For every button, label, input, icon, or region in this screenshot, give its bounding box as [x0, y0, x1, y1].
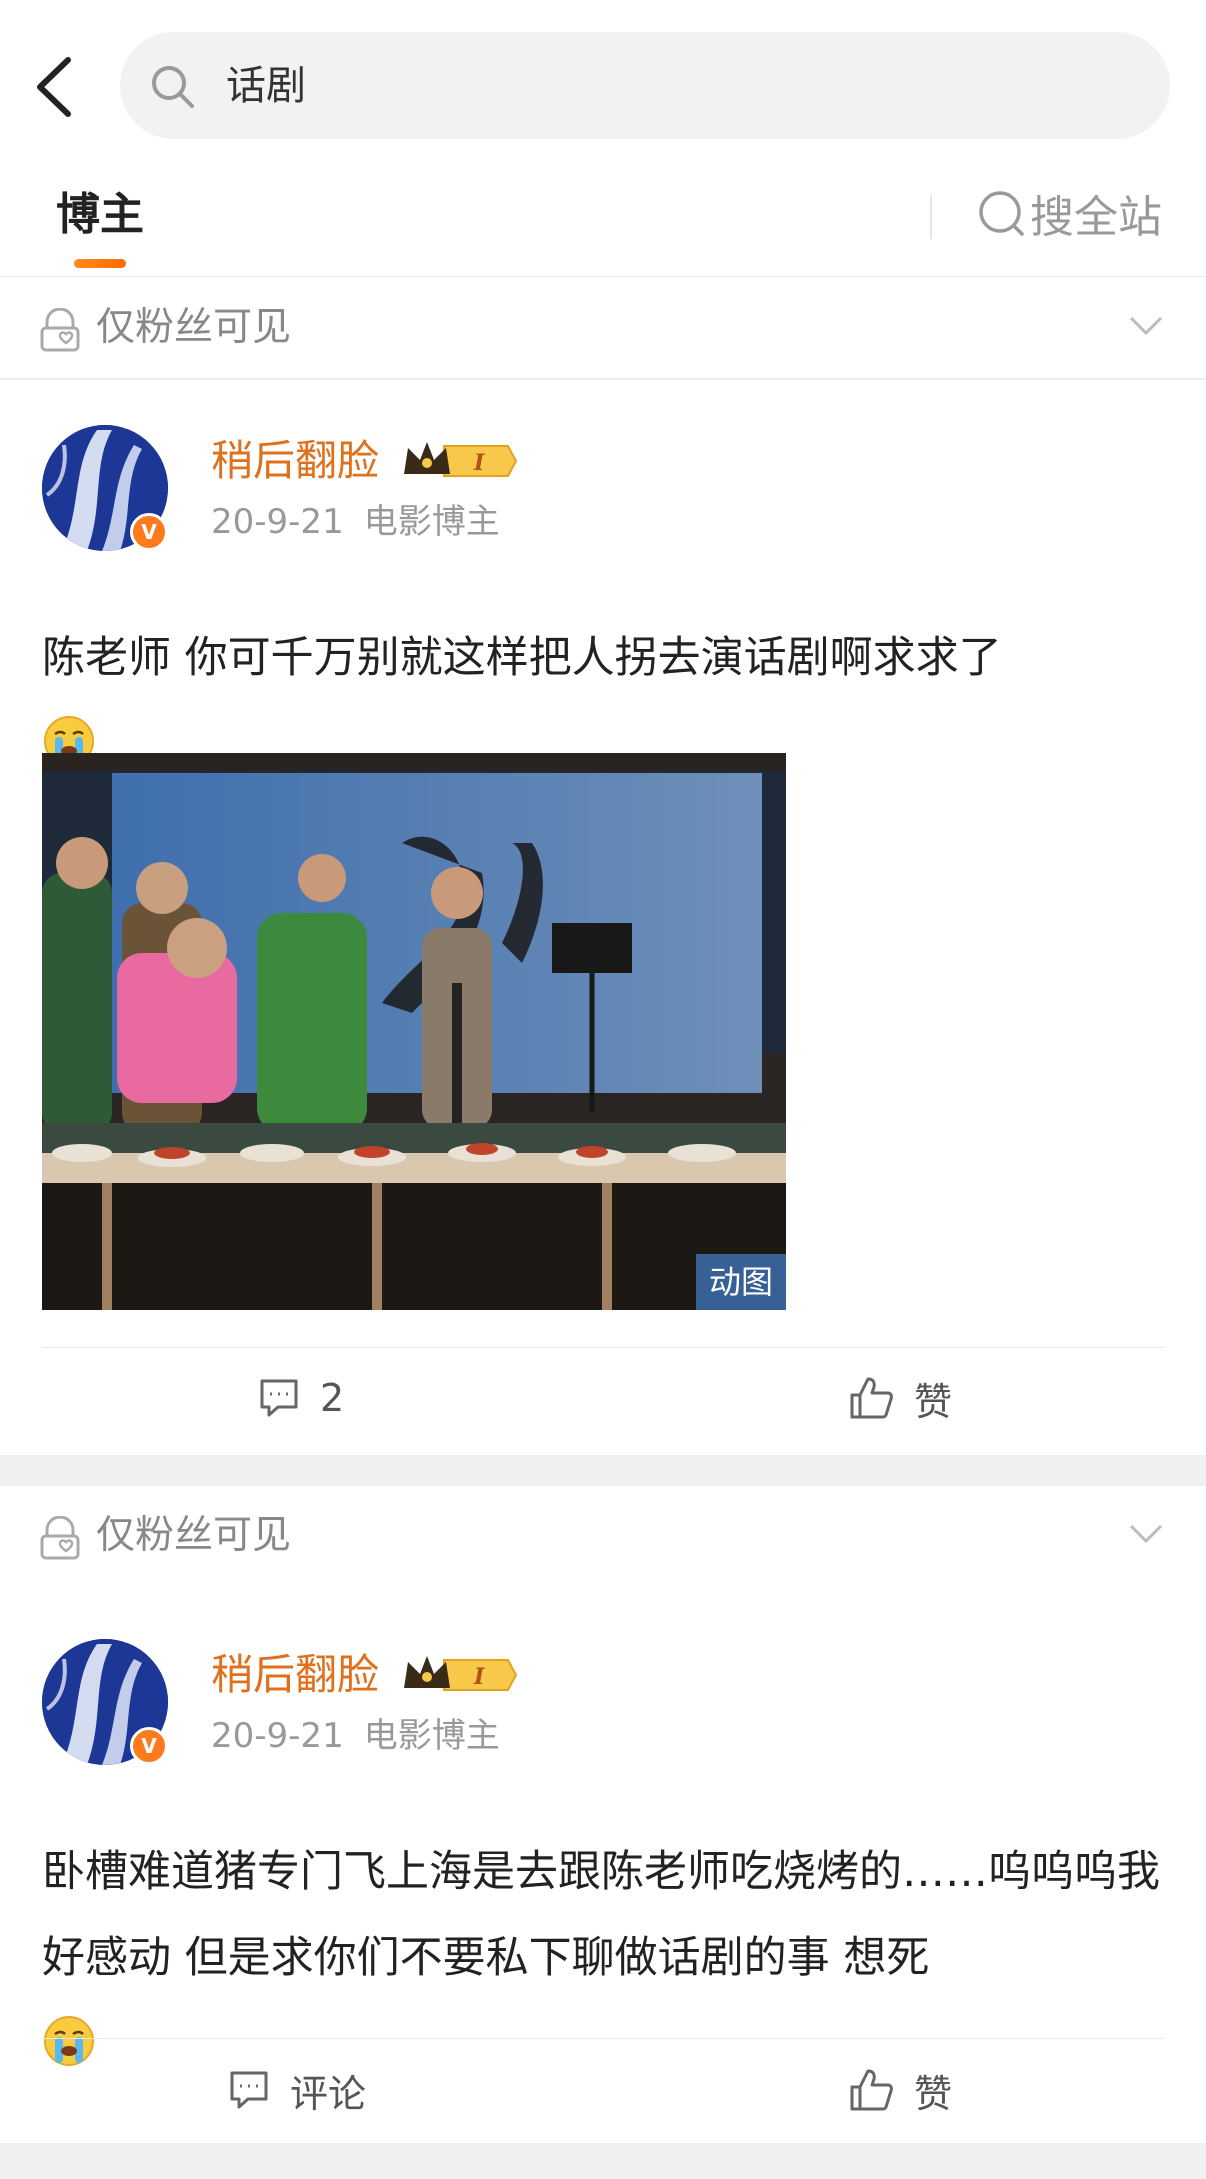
chevron-left-icon[interactable]: [30, 52, 80, 122]
user-role: 电影博主: [363, 1716, 500, 1756]
fans-only-lock-icon: [40, 1516, 80, 1560]
comment-button[interactable]: 评论: [228, 2060, 366, 2120]
user-role: 电影博主: [363, 502, 500, 542]
search-all-button[interactable]: 搜全站: [978, 183, 1162, 243]
gif-badge: 动图: [696, 1254, 786, 1310]
search-all-label: 搜全站: [1030, 192, 1162, 243]
thumbs-up-icon: [850, 1377, 893, 1419]
tab-active-indicator: [74, 259, 126, 268]
post-text: 卧槽难道猪专门飞上海是去跟陈老师吃烧烤的……呜呜呜我好感动 但是求你们不要私下聊…: [42, 1829, 1172, 2087]
like-label: 赞: [914, 1379, 953, 1424]
search-icon: [152, 66, 194, 108]
gif-image[interactable]: 动图: [42, 753, 786, 1310]
like-button[interactable]: 赞: [848, 1368, 952, 1428]
post-date: 20-9-21: [211, 1716, 344, 1756]
verified-badge-icon: V: [130, 1727, 168, 1765]
like-button[interactable]: 赞: [848, 2060, 952, 2120]
tab-bar: 博主 搜全站: [0, 175, 1206, 277]
tab-bloggers[interactable]: 博主: [56, 185, 144, 245]
search-query: 话剧: [226, 63, 306, 109]
divider: [0, 378, 1206, 380]
comment-icon: [260, 1379, 298, 1417]
comment-count: 2: [320, 1376, 345, 1420]
thumbs-up-icon: [850, 2069, 893, 2111]
post-meta: 20-9-21 电影博主: [211, 498, 500, 546]
post-meta: 20-9-21 电影博主: [211, 1712, 500, 1760]
chevron-down-icon[interactable]: [1128, 1522, 1164, 1546]
vip-crown-icon: I: [404, 442, 518, 477]
svg-text:I: I: [473, 450, 485, 476]
vip-crown-icon: I: [404, 1656, 518, 1691]
divider: [42, 2038, 1164, 2039]
visibility-row[interactable]: 仅粉丝可见: [0, 1486, 1206, 1586]
top-bar: 话剧: [0, 0, 1206, 175]
comment-button[interactable]: 2: [258, 1368, 344, 1428]
crying-face-icon: [44, 2016, 94, 2066]
post-card: 仅粉丝可见 V 稍后翻脸 I 20-9-21 电影博主 卧槽难道猪专门飞上海是去跟…: [0, 1486, 1206, 2143]
like-label: 赞: [914, 2071, 953, 2116]
post-date: 20-9-21: [211, 502, 344, 542]
username[interactable]: 稍后翻脸: [211, 433, 379, 489]
visibility-label: 仅粉丝可见: [96, 1513, 292, 1558]
card-separator: [0, 2143, 1206, 2179]
search-icon: [979, 191, 1024, 236]
visibility-label: 仅粉丝可见: [96, 305, 292, 350]
svg-text:I: I: [473, 1664, 485, 1690]
fans-only-lock-icon: [40, 308, 80, 352]
username[interactable]: 稍后翻脸: [211, 1647, 379, 1703]
comment-icon: [230, 2071, 268, 2109]
tab-divider: [930, 195, 932, 239]
post-card: 仅粉丝可见 V 稍后翻脸 I 20-9-21 电影博主 陈老师 你可千万别就这样把…: [0, 278, 1206, 1455]
comment-label: 评论: [290, 2071, 367, 2116]
divider: [42, 1347, 1164, 1348]
verified-badge-icon: V: [130, 513, 168, 551]
search-input[interactable]: 话剧: [120, 32, 1170, 139]
chevron-down-icon[interactable]: [1128, 314, 1164, 338]
card-separator: [0, 1455, 1206, 1486]
visibility-row[interactable]: 仅粉丝可见: [0, 278, 1206, 378]
